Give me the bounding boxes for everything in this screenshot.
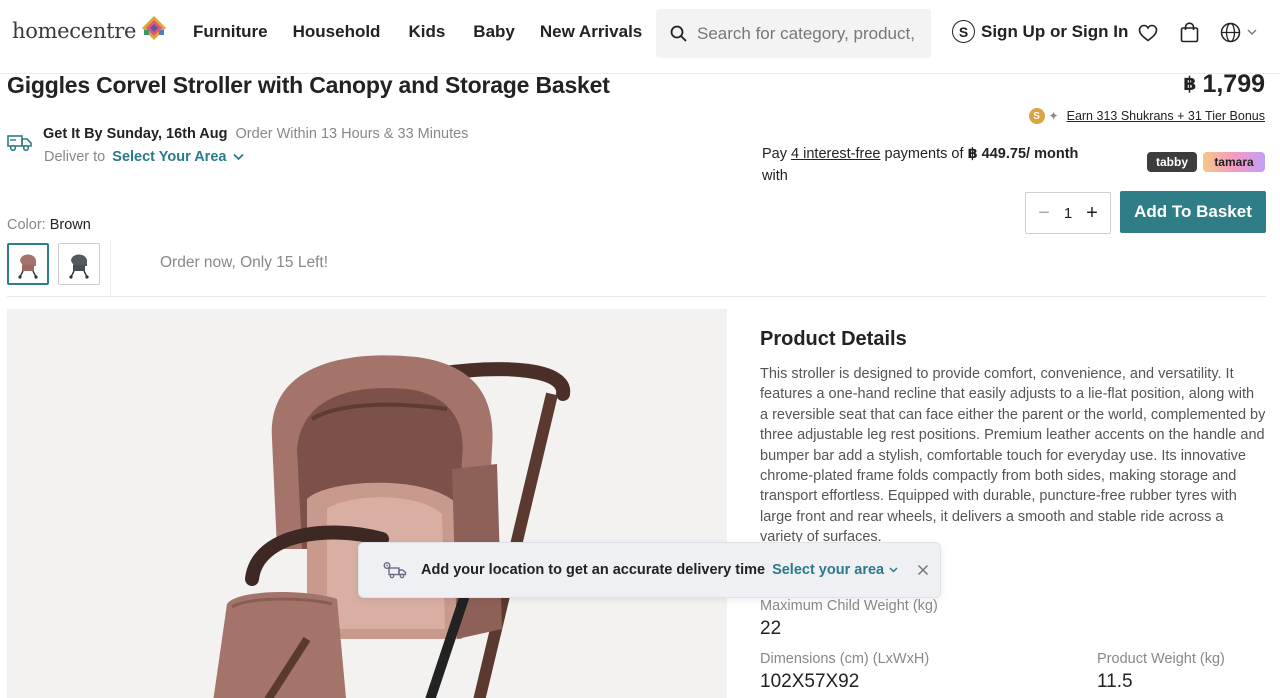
color-label: Color: Brown — [7, 217, 91, 233]
chevron-down-icon[interactable] — [1247, 29, 1257, 36]
site-header: homecentre Furniture Household Kids Baby… — [0, 0, 1280, 74]
nav-furniture[interactable]: Furniture — [193, 22, 268, 42]
toast-select-area-link[interactable]: Select your area — [772, 562, 898, 578]
select-area-label: Select Your Area — [112, 149, 227, 165]
tabby-logo[interactable]: tabby — [1147, 152, 1197, 172]
order-within: Order Within 13 Hours & 33 Minutes — [235, 126, 469, 142]
product-details-title: Product Details — [760, 328, 907, 350]
pay-label: Pay — [762, 146, 787, 162]
select-area-link[interactable]: Select Your Area — [112, 149, 244, 165]
nav-kids[interactable]: Kids — [408, 22, 445, 42]
color-swatch-brown[interactable] — [7, 243, 49, 285]
stroller-thumbnail-brown — [18, 254, 38, 279]
with-label: with — [762, 168, 788, 184]
installments-info: Pay 4 interest-free payments of ฿ 449.75… — [762, 143, 1122, 187]
wishlist-heart-icon[interactable] — [1138, 24, 1158, 42]
add-to-basket-button[interactable]: Add To Basket — [1120, 191, 1266, 233]
shukran-earn[interactable]: S ✦ Earn 313 Shukrans + 31 Tier Bonus — [1028, 108, 1265, 124]
logo[interactable]: homecentre — [12, 14, 168, 48]
search-icon — [670, 25, 687, 42]
shukran-icon: S — [952, 20, 975, 43]
stroller-image — [213, 355, 571, 698]
delivery-date: Get It By Sunday, 16th Aug — [43, 126, 228, 142]
shukran-coin-icon: S — [1028, 108, 1045, 124]
spec-label-dimensions: Dimensions (cm) (LxWxH) — [760, 651, 930, 667]
stroller-thumbnail-grey — [69, 254, 89, 279]
spec-value-dimensions: 102X57X92 — [760, 671, 860, 692]
divider — [7, 296, 1266, 297]
quantity-decrease-button[interactable]: − — [1034, 202, 1054, 225]
nav-baby[interactable]: Baby — [473, 22, 515, 42]
nav-household[interactable]: Household — [293, 22, 381, 42]
shukran-earn-text[interactable]: Earn 313 Shukrans + 31 Tier Bonus — [1067, 109, 1265, 123]
product-title: Giggles Corvel Stroller with Canopy and … — [7, 72, 610, 98]
product-image[interactable] — [7, 309, 727, 698]
chevron-down-icon — [232, 153, 244, 161]
signin-label: Sign Up or Sign In — [981, 21, 1129, 41]
main-nav: Furniture Household Kids Baby New Arriva… — [193, 22, 642, 42]
spec-label-product-weight: Product Weight (kg) — [1097, 651, 1225, 667]
stock-message: Order now, Only 15 Left! — [160, 254, 329, 271]
location-toast: Add your location to get an accurate del… — [358, 542, 941, 598]
payments-of-label: payments of — [884, 146, 964, 162]
chevron-down-icon — [889, 567, 898, 573]
toast-message: Add your location to get an accurate del… — [421, 562, 766, 578]
interest-free-link[interactable]: 4 interest-free — [791, 146, 880, 162]
delivery-date-line: Get It By Sunday, 16th Aug Order Within … — [43, 126, 468, 142]
product-description: This stroller is designed to provide com… — [760, 366, 1266, 546]
deliver-to-label: Deliver to — [44, 149, 106, 165]
color-swatch-grey[interactable] — [58, 243, 100, 285]
quantity-stepper: − 1 + — [1025, 192, 1111, 234]
installment-amount: ฿ 449.75/ month — [967, 146, 1079, 162]
search-input[interactable] — [697, 23, 919, 44]
spec-value-max-weight: 22 — [760, 618, 782, 639]
quantity-increase-button[interactable]: + — [1082, 202, 1102, 225]
nav-new-arrivals[interactable]: New Arrivals — [540, 22, 642, 42]
price-value: 1,799 — [1202, 70, 1265, 98]
signin-link[interactable]: S Sign Up or Sign In — [952, 20, 1128, 43]
deliver-to-line: Deliver to Select Your Area — [44, 149, 244, 165]
color-value: Brown — [49, 217, 91, 233]
delivery-location-icon — [383, 562, 407, 579]
basket-bag-icon[interactable] — [1180, 22, 1199, 43]
close-icon — [917, 564, 929, 576]
product-price: ฿ 1,799 — [1183, 70, 1265, 99]
toast-close-button[interactable] — [914, 561, 932, 579]
currency-symbol: ฿ — [1183, 74, 1197, 95]
logo-mark-icon — [142, 16, 167, 40]
sparkle-icon: ✦ — [1048, 109, 1059, 123]
delivery-truck-icon — [7, 135, 32, 152]
divider — [110, 241, 111, 295]
search-bar[interactable] — [656, 9, 931, 58]
logo-text: homecentre — [12, 19, 137, 43]
globe-language-icon[interactable] — [1220, 22, 1241, 43]
quantity-value[interactable]: 1 — [1064, 205, 1072, 222]
color-label-text: Color: — [7, 217, 46, 233]
toast-select-area-label: Select your area — [772, 562, 885, 578]
spec-value-product-weight: 11.5 — [1097, 671, 1133, 692]
tamara-logo[interactable]: tamara — [1203, 152, 1265, 172]
spec-label-max-weight: Maximum Child Weight (kg) — [760, 598, 938, 614]
